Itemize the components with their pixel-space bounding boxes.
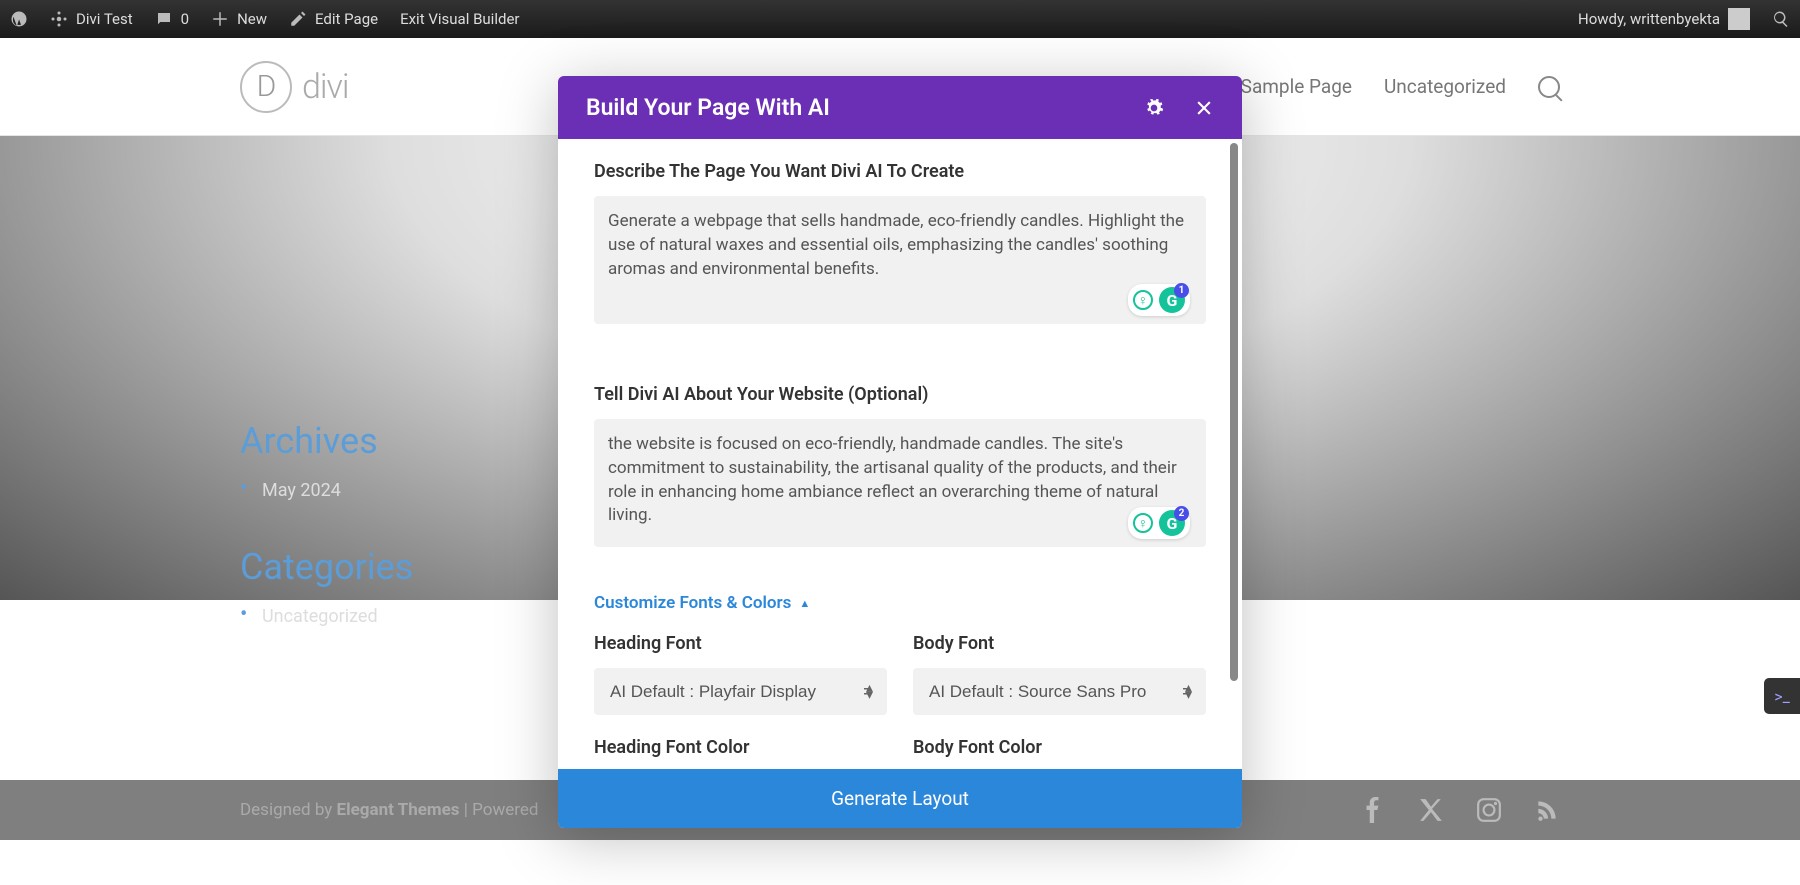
code-tool-icon[interactable]: >_ [1764, 678, 1800, 714]
modal-header: Build Your Page With AI [558, 76, 1242, 139]
about-textarea[interactable]: the website is focused on eco-friendly, … [594, 419, 1206, 547]
archive-item[interactable]: May 2024 [240, 480, 413, 501]
category-item[interactable]: Uncategorized [240, 606, 413, 627]
describe-textarea[interactable]: Generate a webpage that sells handmade, … [594, 196, 1206, 324]
heading-font-select[interactable]: AI Default : Playfair Display [594, 668, 887, 715]
greeting-text: Howdy, writtenbyekta [1578, 10, 1720, 28]
ai-build-modal: Build Your Page With AI Describe The Pag… [558, 76, 1242, 828]
admin-search-icon[interactable] [1772, 10, 1790, 28]
chevron-up-icon: ▲ [799, 597, 810, 610]
plus-icon: ♀ [1133, 513, 1153, 533]
scrollbar[interactable] [1230, 143, 1238, 681]
grammar-widget[interactable]: ♀ G2 [1128, 507, 1190, 539]
close-icon[interactable] [1194, 98, 1214, 118]
avatar [1728, 8, 1750, 30]
instagram-icon[interactable] [1476, 797, 1502, 823]
search-icon[interactable] [1538, 76, 1560, 98]
new-link[interactable]: New [211, 10, 267, 28]
heading-font-label: Heading Font [594, 633, 887, 654]
logo-text: divi [302, 67, 349, 107]
rss-icon[interactable] [1534, 797, 1560, 823]
categories-title: Categories [240, 546, 413, 588]
grammar-widget[interactable]: ♀ G1 [1128, 284, 1190, 316]
body-font-select[interactable]: AI Default : Source Sans Pro [913, 668, 1206, 715]
divi-logo-icon: D [240, 61, 292, 113]
modal-title: Build Your Page With AI [586, 94, 830, 121]
user-greeting[interactable]: Howdy, writtenbyekta [1578, 8, 1750, 30]
facebook-icon[interactable] [1360, 797, 1386, 823]
site-name-text: Divi Test [76, 10, 133, 28]
main-nav: Sample Page Uncategorized [1241, 75, 1560, 98]
edit-page-link[interactable]: Edit Page [289, 10, 378, 28]
comments-count: 0 [181, 10, 189, 28]
body-color-label: Body Font Color [913, 737, 1206, 758]
heading-color-label: Heading Font Color [594, 737, 887, 758]
plus-icon: ♀ [1133, 290, 1153, 310]
edit-page-label: Edit Page [315, 10, 378, 28]
generate-layout-button[interactable]: Generate Layout [558, 769, 1242, 828]
wordpress-logo-icon[interactable] [10, 10, 28, 28]
gear-icon[interactable] [1144, 98, 1164, 118]
x-twitter-icon[interactable] [1418, 797, 1444, 823]
grammarly-icon: G2 [1159, 510, 1185, 536]
about-label: Tell Divi AI About Your Website (Optiona… [594, 384, 1206, 405]
social-icons [1360, 797, 1560, 823]
body-font-label: Body Font [913, 633, 1206, 654]
modal-body: Describe The Page You Want Divi AI To Cr… [558, 139, 1242, 769]
wp-admin-bar: Divi Test 0 New Edit Page Exit Visual Bu… [0, 0, 1800, 38]
site-name-link[interactable]: Divi Test [50, 10, 133, 28]
comments-link[interactable]: 0 [155, 10, 189, 28]
elegant-themes-link[interactable]: Elegant Themes [337, 800, 460, 820]
describe-label: Describe The Page You Want Divi AI To Cr… [594, 161, 1206, 182]
new-label: New [237, 10, 267, 28]
archives-title: Archives [240, 420, 413, 462]
logo[interactable]: D divi [240, 61, 349, 113]
footer-credits: Designed by Elegant Themes | Powered [240, 800, 538, 820]
exit-builder-label: Exit Visual Builder [400, 10, 519, 28]
customize-fonts-toggle[interactable]: Customize Fonts & Colors ▲ [594, 593, 1206, 613]
nav-sample-page[interactable]: Sample Page [1241, 75, 1352, 98]
exit-visual-builder-link[interactable]: Exit Visual Builder [400, 10, 519, 28]
footer-widgets: Archives May 2024 Categories Uncategoriz… [240, 420, 413, 672]
grammarly-icon: G1 [1159, 287, 1185, 313]
nav-uncategorized[interactable]: Uncategorized [1384, 75, 1506, 98]
